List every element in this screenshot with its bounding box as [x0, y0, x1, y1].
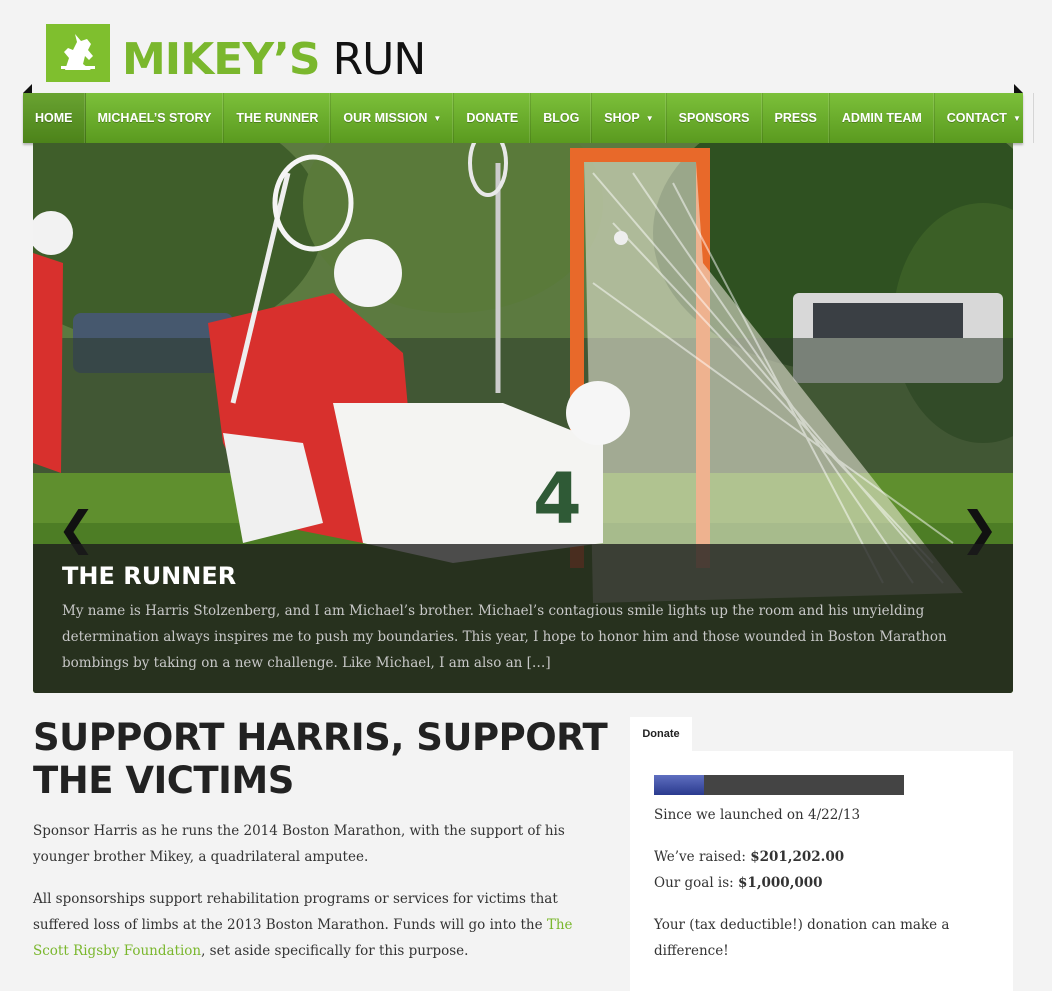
- nav-item-admin-team[interactable]: ADMIN TEAM: [830, 93, 935, 143]
- nav-item-label: ADMIN TEAM: [841, 111, 922, 125]
- raised-line: We’ve raised: $201,202.00: [654, 844, 984, 870]
- caption-text: My name is Harris Stolzenberg, and I am …: [62, 603, 947, 671]
- donation-progress-bar: [654, 775, 904, 795]
- nav-item-label: MICHAEL’S STORY: [97, 111, 212, 125]
- nav-item-label: SHOP: [604, 111, 640, 125]
- main-nav: HOME MICHAEL’S STORY THE RUNNER OUR MISSION…: [23, 93, 1034, 143]
- nav-item-label: DONATE: [466, 111, 519, 125]
- nav-item-label: OUR MISSION: [343, 111, 428, 125]
- goal-label: Our goal is:: [654, 875, 739, 891]
- nav-item-sponsors[interactable]: SPONSORS: [667, 93, 763, 143]
- site-logo[interactable]: MIKEY’S RUN: [46, 24, 426, 84]
- chevron-down-icon: ▼: [645, 113, 654, 123]
- nav-item-label: THE RUNNER: [236, 111, 319, 125]
- tab-donate[interactable]: Donate: [630, 717, 692, 751]
- nav-item-michael-s-story[interactable]: MICHAEL’S STORY: [86, 93, 225, 143]
- progress-fill: [654, 775, 705, 795]
- donate-widget: Since we launched on 4/22/13 We’ve raise…: [630, 751, 1013, 991]
- brand-main: MIKEY’S: [122, 34, 321, 85]
- goal-value: $1,000,000: [738, 875, 823, 891]
- nav-item-contact[interactable]: CONTACT ▼: [935, 93, 1034, 143]
- chevron-down-icon: ▼: [1012, 113, 1021, 123]
- caption-title[interactable]: THE RUNNER: [62, 562, 236, 590]
- nav-item-shop[interactable]: SHOP ▼: [592, 93, 667, 143]
- donation-cta: Your (tax deductible!) donation can make…: [654, 917, 950, 959]
- nav-item-label: CONTACT: [946, 111, 1007, 125]
- goal-line: Our goal is: $1,000,000: [654, 870, 984, 896]
- nav-item-label: SPONSORS: [678, 111, 750, 125]
- sponsorship-text: All sponsorships support rehabilitation …: [33, 891, 558, 933]
- nav-corner-left: [23, 84, 32, 93]
- unicorn-icon: [46, 24, 110, 82]
- sponsorship-text-end: , set aside specifically for this purpos…: [201, 943, 469, 959]
- nav-item-donate[interactable]: DONATE: [454, 93, 532, 143]
- raised-label: We’ve raised:: [654, 849, 751, 865]
- nav-item-label: HOME: [35, 111, 73, 125]
- slider-caption: THE RUNNER My name is Harris Stolzenberg…: [33, 544, 1013, 693]
- jersey-number: 4: [533, 458, 582, 540]
- nav-item-label: BLOG: [543, 111, 580, 125]
- nav-item-press[interactable]: PRESS: [763, 93, 830, 143]
- nav-item-the-runner[interactable]: THE RUNNER: [224, 93, 332, 143]
- site-title: MIKEY’S RUN: [122, 38, 426, 82]
- raised-value: $201,202.00: [750, 849, 845, 865]
- nav-item-blog[interactable]: BLOG: [531, 93, 593, 143]
- nav-item-home[interactable]: HOME: [23, 93, 86, 143]
- launch-date: Since we launched on 4/22/13: [654, 807, 861, 823]
- sponsorship-paragraph: All sponsorships support rehabilitation …: [33, 886, 603, 964]
- brand-sub: RUN: [332, 34, 427, 85]
- nav-item-label: PRESS: [774, 111, 817, 125]
- nav-corner-right: [1014, 84, 1023, 93]
- page-heading: SUPPORT HARRIS, SUPPORT THE VICTIMS: [33, 716, 608, 802]
- nav-item-our-mission[interactable]: OUR MISSION ▼: [331, 93, 455, 143]
- chevron-down-icon: ▼: [433, 113, 442, 123]
- intro-paragraph: Sponsor Harris as he runs the 2014 Bosto…: [33, 823, 565, 865]
